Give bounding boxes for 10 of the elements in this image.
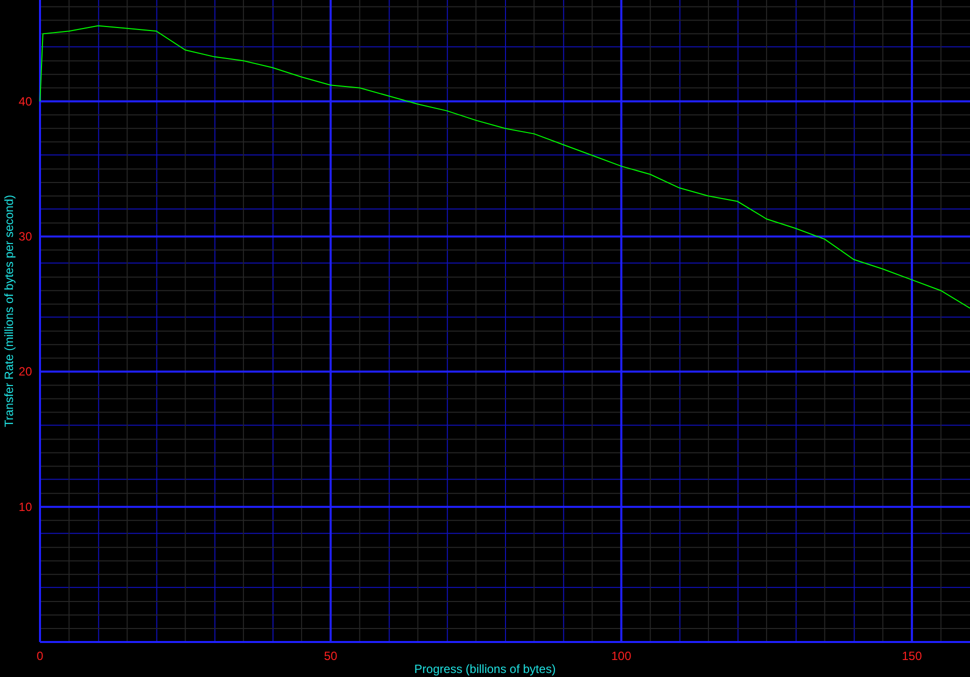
- tick-label: 30: [18, 230, 32, 244]
- tick-label: 150: [902, 649, 922, 663]
- tick-label: 20: [18, 364, 32, 379]
- tick-label: 50: [324, 649, 338, 663]
- axis-title: Progress (billions of bytes): [414, 662, 556, 676]
- axis-title: Transfer Rate (millions of bytes per second): [2, 194, 16, 428]
- tick-label: 40: [18, 94, 32, 108]
- tick-label: 0: [36, 649, 44, 663]
- tick-label: 100: [611, 649, 632, 663]
- tick-label: 10: [18, 500, 32, 514]
